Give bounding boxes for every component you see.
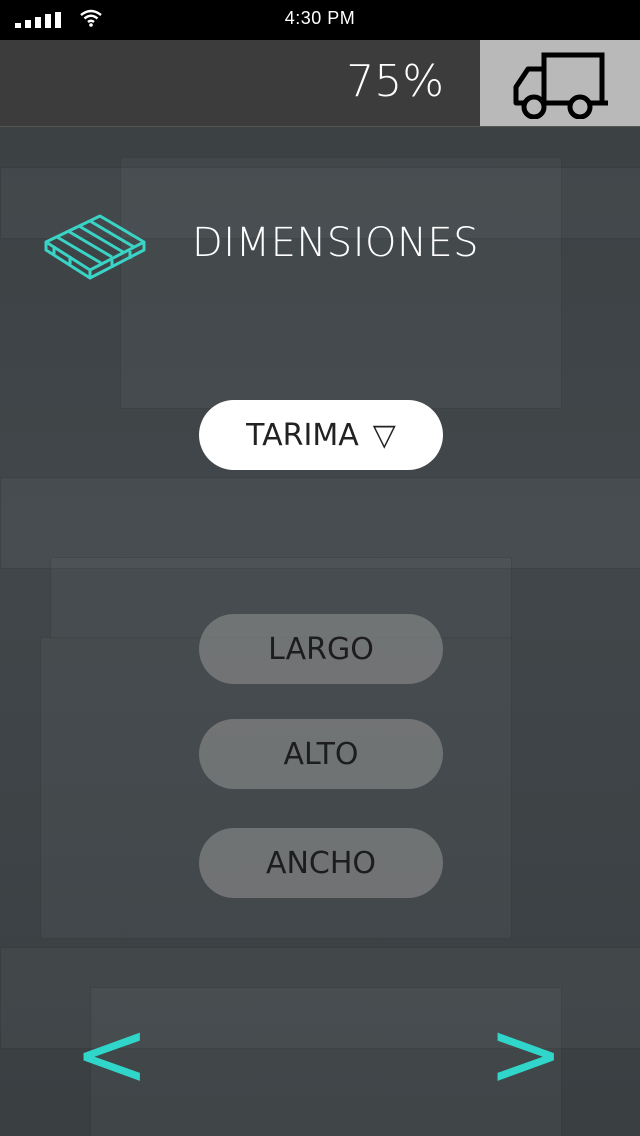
previous-button[interactable]: < xyxy=(74,1010,149,1100)
alto-field[interactable]: ALTO xyxy=(199,719,443,789)
next-button[interactable]: > xyxy=(488,1010,563,1100)
largo-field[interactable]: LARGO xyxy=(199,614,443,684)
progress-percent: 75% xyxy=(346,56,444,107)
dropdown-selected-value: TARIMA xyxy=(246,417,359,453)
pallet-type-dropdown[interactable]: TARIMA ▽ xyxy=(199,400,443,470)
section-title: DIMENSIONES xyxy=(192,220,480,266)
section-header: DIMENSIONES xyxy=(0,200,640,290)
truck-button[interactable] xyxy=(480,40,640,126)
dropdown-arrow-icon: ▽ xyxy=(372,417,396,453)
status-bar: 4:30 PM xyxy=(0,0,640,40)
ancho-label: ANCHO xyxy=(265,845,377,881)
largo-label: LARGO xyxy=(268,631,374,667)
ancho-field[interactable]: ANCHO xyxy=(199,828,443,898)
alto-label: ALTO xyxy=(283,736,359,772)
status-time: 4:30 PM xyxy=(284,8,356,28)
pallet-icon xyxy=(44,214,146,280)
top-bar: 75% xyxy=(0,40,640,127)
truck-icon xyxy=(513,52,608,119)
